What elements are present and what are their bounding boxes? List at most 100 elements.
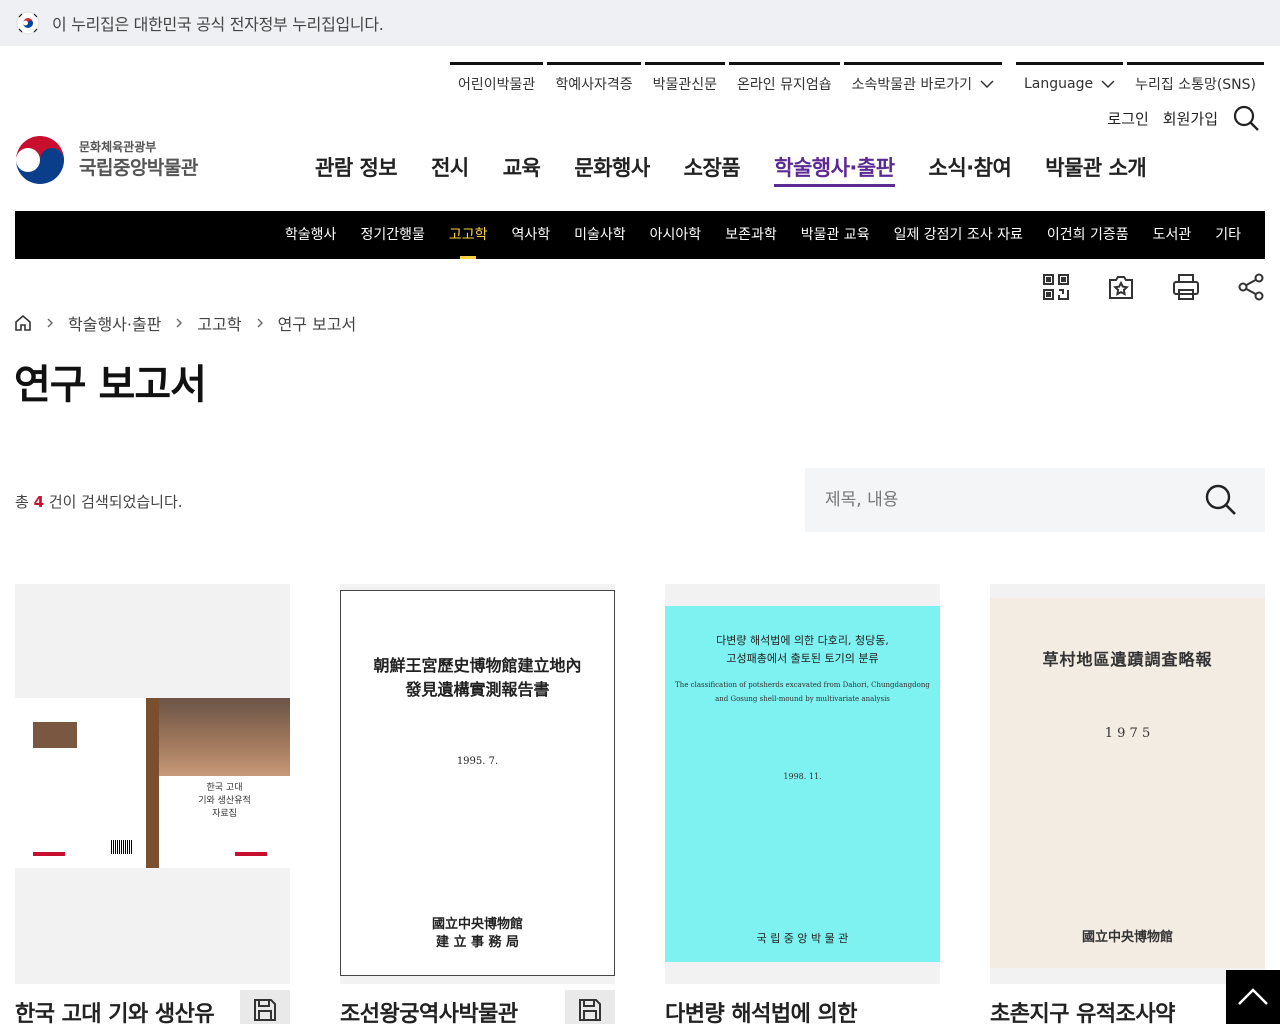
subnav-archaeology[interactable]: 고고학 <box>437 211 500 259</box>
main-nav-education[interactable]: 교육 <box>486 150 558 188</box>
util-affiliated-label: 소속박물관 바로가기 <box>851 76 972 93</box>
main-nav-label: 관람 정보 <box>315 156 398 180</box>
member-links: 로그인 회원가입 <box>1107 104 1260 132</box>
cover-text: 1995. 7. <box>456 756 499 767</box>
cover-text: 고성패총에서 출토된 토기의 분류 <box>726 652 879 665</box>
main-nav-academic-publication[interactable]: 학술행사·출판 <box>757 150 911 188</box>
search-box <box>805 468 1265 532</box>
main-nav-label: 전시 <box>431 156 469 180</box>
main-nav-cultural-events[interactable]: 문화행사 <box>557 150 666 188</box>
main-nav-about[interactable]: 박물관 소개 <box>1028 150 1163 188</box>
subnav-etc[interactable]: 기타 <box>1203 211 1253 259</box>
main-nav-label: 학술행사·출판 <box>774 156 895 187</box>
cover-text: 한국 고대 <box>206 783 243 793</box>
report-card[interactable]: 草村地區遺蹟調査略報 1 9 7 5 國立中央博物館 초촌지구 유적조사약 <box>990 584 1265 1024</box>
report-cover: 다변량 해석법에 의한 다호리, 청당동, 고성패총에서 출토된 토기의 분류 … <box>665 584 940 984</box>
main-nav-label: 교육 <box>502 156 541 180</box>
result-count: 총 4 건이 검색되었습니다. <box>15 491 183 512</box>
util-link-curator-cert[interactable]: 학예사자격증 <box>547 62 641 102</box>
language-label: Language <box>1024 75 1094 92</box>
report-card[interactable]: 한국 고대 기와 생산유적 자료집 한국 고대 기와 생산유 <box>15 584 290 1024</box>
chevron-down-icon <box>1101 79 1115 88</box>
cover-text: 다변량 해석법에 의한 다호리, 청당동, <box>716 634 889 647</box>
report-title[interactable]: 한국 고대 기와 생산유 <box>15 996 240 1024</box>
subnav-lee-kunhee[interactable]: 이건희 기증품 <box>1035 211 1141 259</box>
subnav-academic-events[interactable]: 학술행사 <box>273 211 349 259</box>
main-nav-news[interactable]: 소식·참여 <box>912 150 1029 188</box>
subnav-colonial-survey[interactable]: 일제 강점기 조사 자료 <box>882 211 1035 259</box>
museum-logo[interactable]: 문화체육관광부 국립중앙박물관 <box>14 134 198 186</box>
main-nav-visit-info[interactable]: 관람 정보 <box>298 150 414 188</box>
util-link-children-museum[interactable]: 어린이박물관 <box>450 62 544 102</box>
save-floppy-icon <box>254 999 276 1021</box>
report-title[interactable]: 조선왕궁역사박물관 <box>340 996 565 1024</box>
subnav-museum-education[interactable]: 박물관 교육 <box>789 211 882 259</box>
cover-text: 국 립 중 앙 박 물 관 <box>756 932 849 945</box>
subnav-periodicals[interactable]: 정기간행물 <box>348 211 436 259</box>
qr-code-icon[interactable] <box>1041 272 1071 302</box>
print-icon[interactable] <box>1171 272 1201 302</box>
cover-text: 자료집 <box>212 809 237 819</box>
favorite-star-icon[interactable] <box>1106 272 1136 302</box>
cover-text: 建 立 事 務 局 <box>435 935 520 950</box>
util-link-online-shop[interactable]: 온라인 뮤지엄숍 <box>729 62 840 102</box>
share-icon[interactable] <box>1236 272 1266 302</box>
report-card[interactable]: 朝鮮王宮歷史博物館建立地內 發見遺構實測報告書 1995. 7. 國立中央博物館… <box>340 584 615 1024</box>
main-nav: 관람 정보 전시 교육 문화행사 소장품 학술행사·출판 소식·참여 박물관 소… <box>298 150 1163 188</box>
chevron-right-icon <box>47 318 53 328</box>
result-count-suffix: 건이 검색되었습니다. <box>48 493 183 511</box>
logo-text: 문화체육관광부 국립중앙박물관 <box>79 141 198 178</box>
chevron-down-icon <box>980 79 994 88</box>
main-nav-collection[interactable]: 소장품 <box>667 150 757 188</box>
main-nav-label: 소식·참여 <box>928 156 1012 180</box>
cover-text: 1 9 7 5 <box>1104 726 1151 741</box>
breadcrumb: 학술행사·출판 고고학 연구 보고서 <box>14 311 356 335</box>
login-link[interactable]: 로그인 <box>1107 108 1148 129</box>
main-nav-label: 소장품 <box>683 156 741 180</box>
download-button[interactable] <box>565 990 615 1024</box>
result-count-number: 4 <box>33 493 45 511</box>
search-input[interactable] <box>805 468 1195 532</box>
scroll-top-button[interactable] <box>1226 970 1280 1024</box>
join-link[interactable]: 회원가입 <box>1163 108 1218 129</box>
government-emblem-icon <box>15 135 65 185</box>
cover-text: 國立中央博物館 <box>431 917 523 932</box>
search-icon[interactable] <box>1232 104 1260 132</box>
cover-text: 기와 생산유적 <box>198 796 251 806</box>
breadcrumb-item[interactable]: 고고학 <box>197 311 241 335</box>
search-button-icon[interactable] <box>1203 482 1239 518</box>
page-tools <box>1041 272 1266 302</box>
download-button[interactable] <box>240 990 290 1024</box>
cover-text: 國立中央博物館 <box>1081 930 1173 945</box>
report-title[interactable]: 초촌지구 유적조사약 <box>990 996 1215 1024</box>
subnav-art-history[interactable]: 미술사학 <box>562 211 638 259</box>
result-count-prefix: 총 <box>15 493 29 511</box>
report-cover: 草村地區遺蹟調査略報 1 9 7 5 國立中央博物館 <box>990 584 1265 984</box>
page-title: 연구 보고서 <box>14 362 207 408</box>
report-cover: 朝鮮王宮歷史博物館建立地內 發見遺構實測報告書 1995. 7. 國立中央博物館… <box>340 584 615 984</box>
main-nav-exhibition[interactable]: 전시 <box>414 150 486 188</box>
korean-flag-icon <box>16 11 40 35</box>
util-link-newspaper[interactable]: 박물관신문 <box>644 62 725 102</box>
cover-text: and Gosung shell-mound by multivariate a… <box>715 695 890 703</box>
home-icon[interactable] <box>14 314 32 332</box>
utility-nav: 어린이박물관 학예사자격증 박물관신문 온라인 뮤지엄숍 소속박물관 바로가기 … <box>446 62 1264 102</box>
report-title[interactable]: 다변량 해석법에 의한 <box>665 996 890 1024</box>
util-affiliated-museums-dropdown[interactable]: 소속박물관 바로가기 <box>843 62 1002 102</box>
ministry-name: 문화체육관광부 <box>79 140 157 155</box>
subnav-conservation[interactable]: 보존과학 <box>713 211 789 259</box>
subnav-history[interactable]: 역사학 <box>499 211 562 259</box>
sub-nav-bar: 학술행사 정기간행물 고고학 역사학 미술사학 아시아학 보존과학 박물관 교육… <box>15 211 1265 259</box>
report-cover: 한국 고대 기와 생산유적 자료집 <box>15 584 290 984</box>
main-nav-label: 문화행사 <box>574 156 650 180</box>
breadcrumb-item[interactable]: 학술행사·출판 <box>68 311 161 335</box>
subnav-asian-studies[interactable]: 아시아학 <box>638 211 714 259</box>
sns-link[interactable]: 누리집 소통망(SNS) <box>1127 62 1264 102</box>
language-dropdown[interactable]: Language <box>1016 62 1124 102</box>
subnav-library[interactable]: 도서관 <box>1141 211 1204 259</box>
cover-text: The classification of potsherds excavate… <box>675 681 930 689</box>
cover-text: 1998. 11. <box>783 772 822 781</box>
chevron-right-icon <box>257 318 263 328</box>
cover-text: 發見遺構實測報告書 <box>405 680 550 699</box>
report-card[interactable]: 다변량 해석법에 의한 다호리, 청당동, 고성패총에서 출토된 토기의 분류 … <box>665 584 940 1024</box>
